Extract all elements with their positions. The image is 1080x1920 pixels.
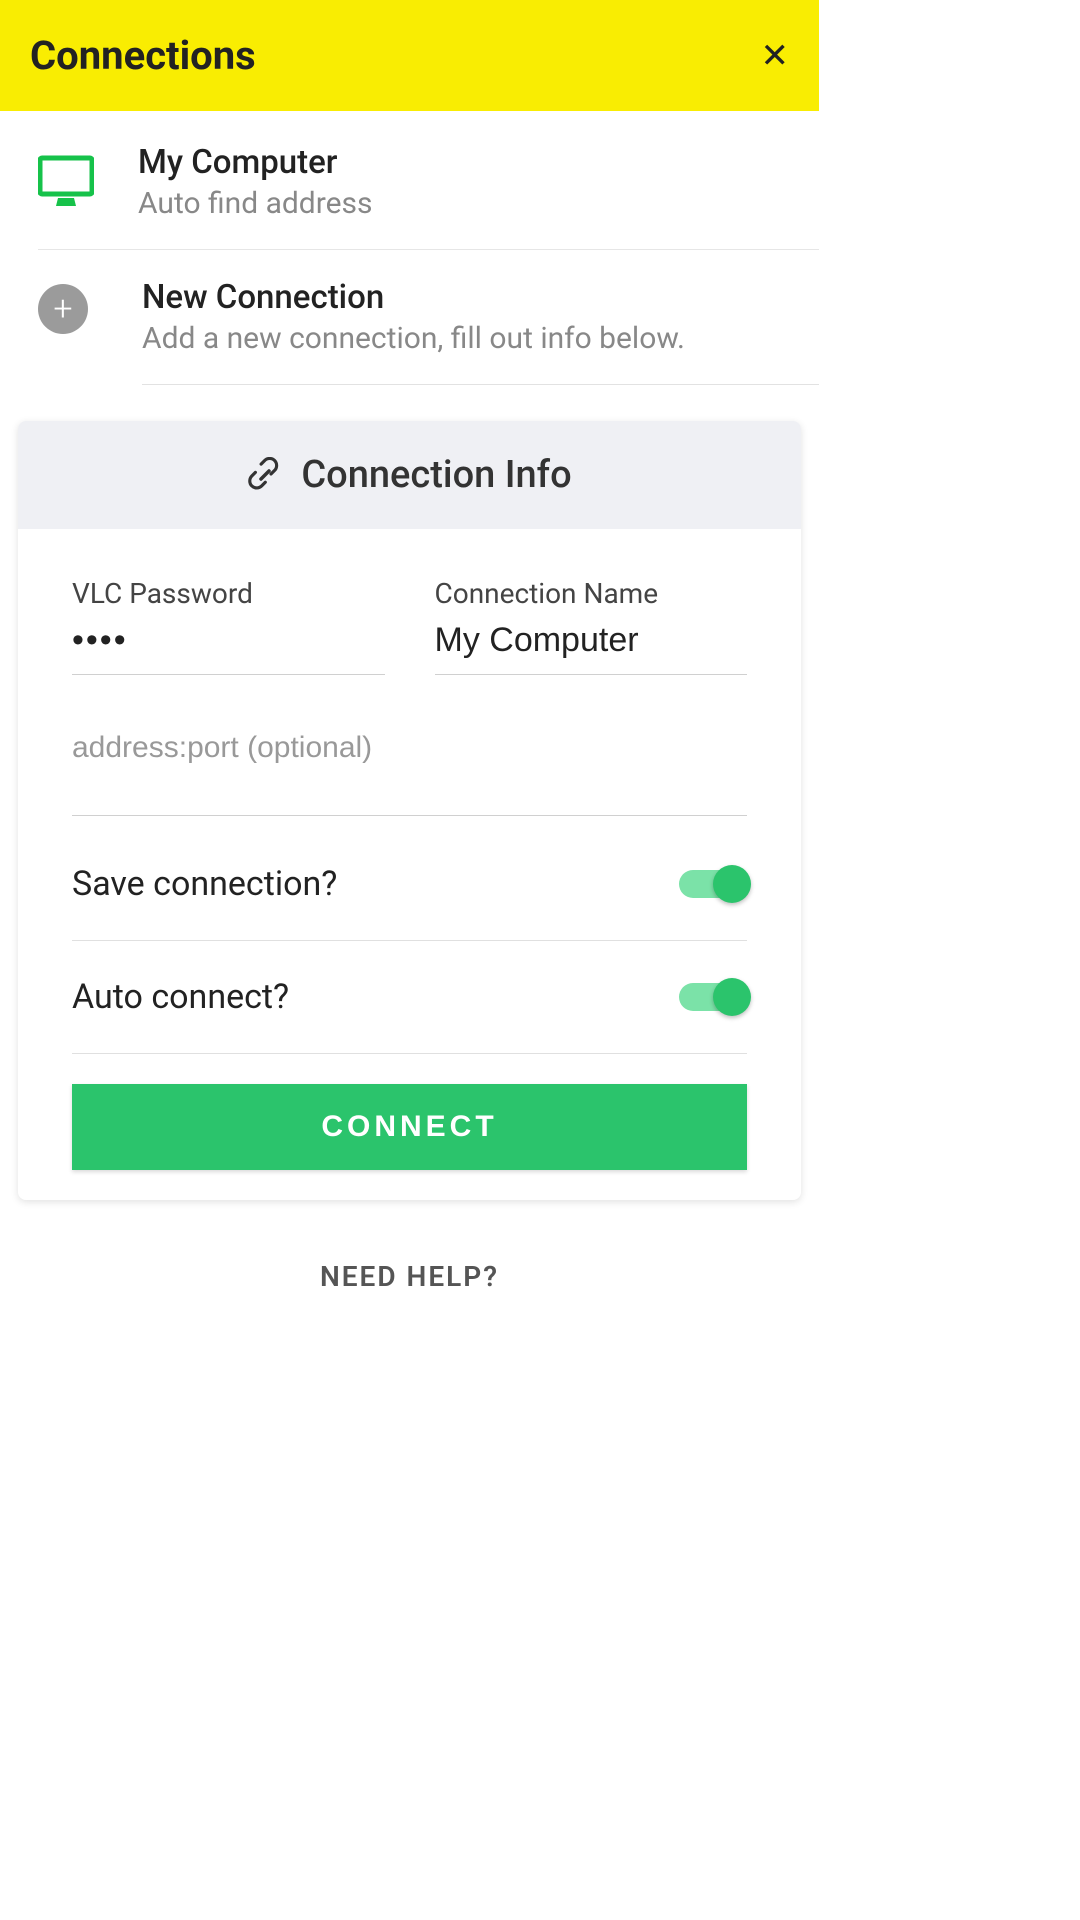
plus-icon: + [38, 284, 88, 334]
connection-info-card: Connection Info VLC Password Connection … [18, 421, 801, 1200]
auto-connect-label: Auto connect? [72, 977, 289, 1017]
header: Connections ✕ [0, 0, 819, 111]
new-connection-subtitle: Add a new connection, fill out info belo… [142, 321, 819, 356]
card-header: Connection Info [18, 421, 801, 529]
password-field: VLC Password [72, 577, 385, 675]
save-connection-label: Save connection? [72, 864, 337, 904]
connection-item-title: My Computer [138, 143, 373, 182]
address-field [72, 731, 747, 816]
link-icon [247, 457, 283, 493]
password-label: VLC Password [72, 577, 385, 610]
connection-name-label: Connection Name [435, 577, 748, 610]
monitor-icon [38, 154, 94, 210]
fields-row: VLC Password Connection Name [72, 577, 747, 675]
connect-button[interactable]: CONNECT [72, 1084, 747, 1170]
connection-item-my-computer[interactable]: My Computer Auto find address [38, 111, 819, 250]
page-title: Connections [30, 32, 256, 79]
close-icon[interactable]: ✕ [761, 39, 790, 73]
help-section: NEED HELP? [0, 1200, 819, 1333]
address-input[interactable] [72, 731, 747, 765]
connection-item-text: My Computer Auto find address [138, 143, 373, 221]
toggle-knob [713, 865, 751, 903]
password-input[interactable] [72, 620, 385, 660]
auto-connect-toggle[interactable] [679, 983, 747, 1011]
connection-name-field: Connection Name [435, 577, 748, 675]
card-header-title: Connection Info [301, 453, 571, 497]
auto-connect-row: Auto connect? [72, 941, 747, 1054]
card-body: VLC Password Connection Name Save connec… [18, 529, 801, 1200]
save-connection-toggle[interactable] [679, 870, 747, 898]
toggle-knob [713, 978, 751, 1016]
connection-name-input[interactable] [435, 620, 748, 660]
connection-item-subtitle: Auto find address [138, 186, 373, 221]
save-connection-row: Save connection? [72, 828, 747, 941]
new-connection-item[interactable]: + New Connection Add a new connection, f… [38, 250, 819, 385]
new-connection-text: New Connection Add a new connection, fil… [142, 278, 819, 385]
new-connection-title: New Connection [142, 278, 819, 317]
need-help-link[interactable]: NEED HELP? [320, 1260, 499, 1293]
